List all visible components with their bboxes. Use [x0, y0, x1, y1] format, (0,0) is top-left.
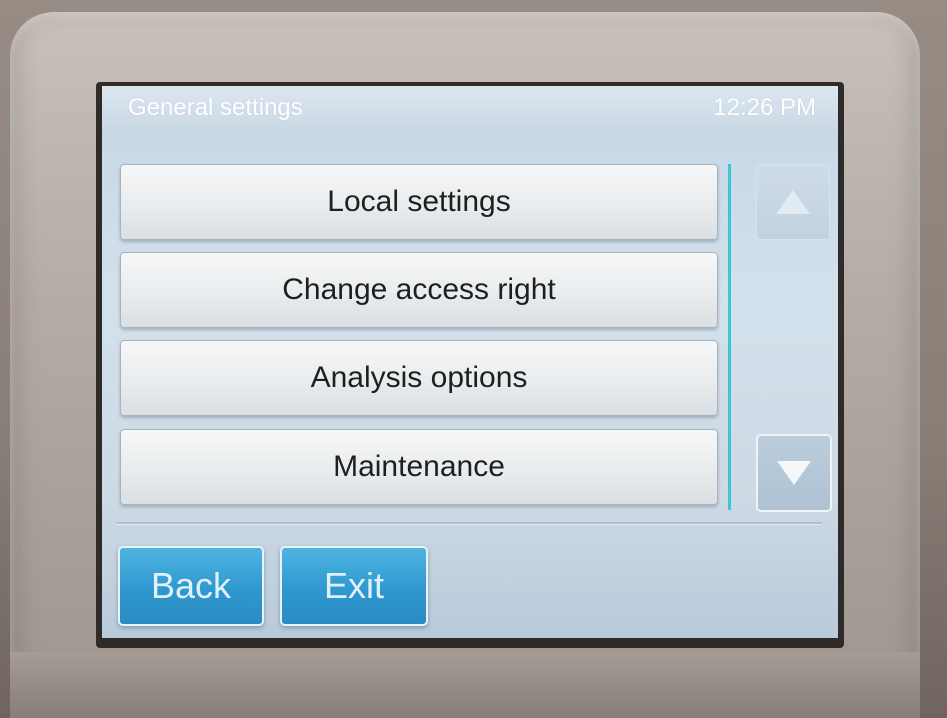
triangle-up-icon [776, 190, 810, 214]
analysis-options-button[interactable]: Analysis options [120, 340, 718, 416]
triangle-down-icon [777, 461, 811, 485]
device-bottom [10, 652, 920, 718]
page-title: General settings [128, 94, 303, 121]
maintenance-button[interactable]: Maintenance [120, 429, 718, 505]
exit-button[interactable]: Exit [280, 546, 428, 626]
title-bar: General settings 12:26 PM [102, 86, 838, 130]
change-access-right-button[interactable]: Change access right [120, 252, 718, 328]
menu-item-label: Maintenance [333, 450, 505, 483]
menu-item-label: Change access right [282, 273, 556, 306]
exit-button-label: Exit [323, 565, 384, 606]
local-settings-button[interactable]: Local settings [120, 164, 718, 240]
clock: 12:26 PM [713, 94, 816, 121]
divider [116, 522, 822, 524]
touch-screen: General settings 12:26 PM Local settings… [102, 86, 838, 638]
menu-item-label: Analysis options [310, 361, 528, 394]
back-button-label: Back [150, 565, 232, 606]
scrollbar[interactable] [728, 164, 731, 510]
scroll-down-button[interactable] [756, 434, 832, 512]
back-button[interactable]: Back [118, 546, 264, 626]
menu-item-label: Local settings [327, 185, 511, 218]
scroll-up-button[interactable] [756, 164, 830, 240]
